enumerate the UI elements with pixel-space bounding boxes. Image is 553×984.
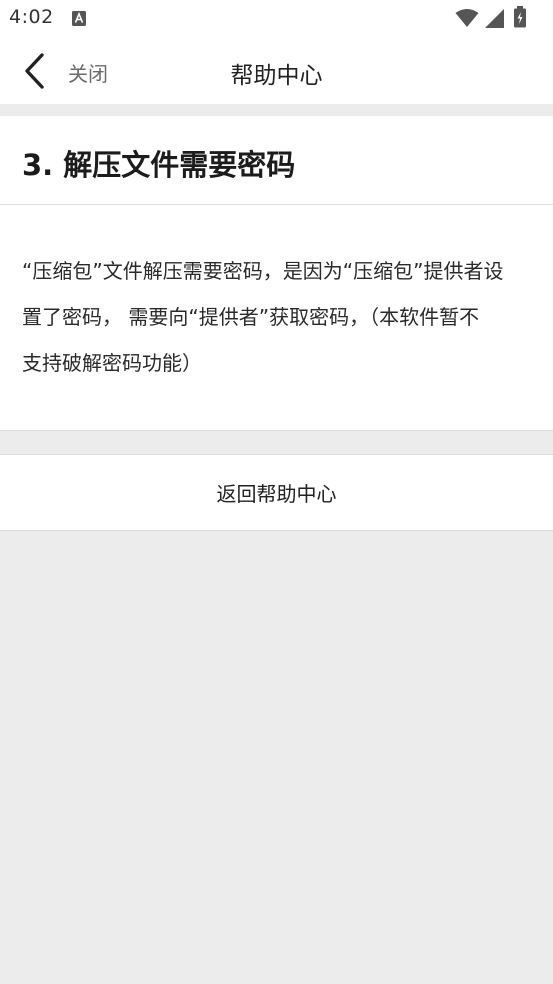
article-body-line: 支持破解密码功能） — [22, 351, 202, 375]
signal-icon — [485, 9, 504, 28]
status-bar: 4:02 — [0, 0, 553, 38]
a-icon — [72, 11, 86, 26]
article-body-line: “压缩包”文件解压需要密码，是因为“压缩包”提供者设 — [22, 259, 504, 283]
divider — [0, 204, 553, 205]
return-help-center-button[interactable]: 返回帮助中心 — [0, 454, 553, 531]
battery-icon — [514, 6, 526, 28]
article-card: 3. 解压文件需要密码 “压缩包”文件解压需要密码，是因为“压缩包”提供者设 置… — [0, 116, 553, 431]
wifi-icon — [455, 9, 479, 27]
page-title: 帮助中心 — [230, 63, 323, 89]
section-gap — [0, 104, 553, 116]
article-title: 3. 解压文件需要密码 — [22, 148, 296, 182]
return-help-center-label: 返回帮助中心 — [216, 482, 337, 506]
nav-bar: 关闭 帮助中心 — [0, 38, 553, 104]
status-icons — [455, 6, 545, 28]
article-body-line: 置了密码， 需要向“提供者”获取密码，（本软件暂不 — [22, 305, 480, 329]
article-body: “压缩包”文件解压需要密码，是因为“压缩包”提供者设 置了密码， 需要向“提供者… — [22, 248, 532, 386]
status-time: 4:02 — [9, 6, 54, 28]
